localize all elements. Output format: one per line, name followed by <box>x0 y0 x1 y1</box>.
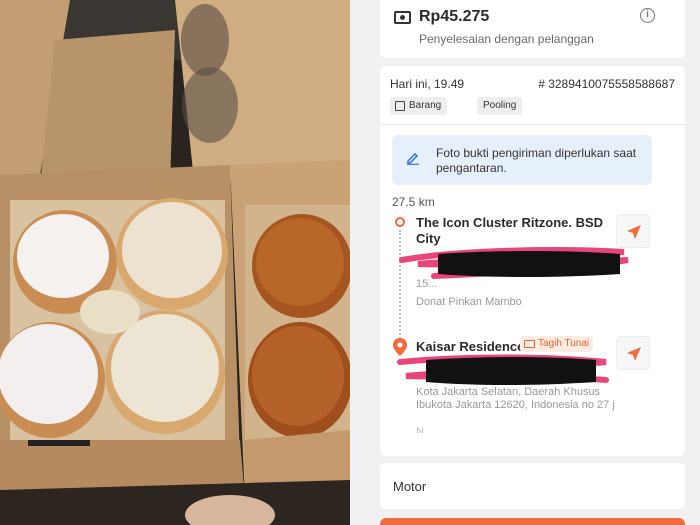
package-icon <box>395 101 405 111</box>
order-card: Hari ini, 19.49 # 3289410075558588687 Ba… <box>380 66 685 456</box>
tag-barang-label: Barang <box>409 100 442 111</box>
notice-text: Foto bukti pengiriman diperlukan saat pe… <box>436 146 637 175</box>
tag-pooling-label: Pooling <box>483 100 517 111</box>
fare-settlement-label: Penyelesaian dengan pelanggan <box>419 32 594 46</box>
navigate-destination-button[interactable] <box>616 336 650 370</box>
pickup-marker-icon <box>395 217 405 227</box>
order-id: # 3289410075558588687 <box>538 77 675 91</box>
destination-address: Kota Jakarta Selatan, Daerah Khusus Ibuk… <box>416 386 615 411</box>
redaction-mark <box>399 247 629 279</box>
donut-box-photo <box>0 0 350 525</box>
order-detail-screen: Rp45.275 Penyelesaian dengan pelanggan i… <box>350 0 700 525</box>
proof-photo-notice: Foto bukti pengiriman diperlukan saat pe… <box>392 135 652 185</box>
navigate-pickup-button[interactable] <box>616 214 650 248</box>
navigation-arrow-icon <box>627 225 641 239</box>
navigation-arrow-icon <box>627 347 641 361</box>
tag-pooling: Pooling <box>477 97 523 115</box>
photo-illustration <box>0 0 350 525</box>
pickup-store-name: Donat Pinkan Mambo <box>416 296 522 308</box>
pickup-location-name: The Icon Cluster Ritzone. BSD City <box>416 215 604 246</box>
destination-address-tail: N... <box>416 426 434 433</box>
vehicle-type: Motor <box>393 479 427 494</box>
tag-barang: Barang <box>390 97 448 115</box>
cash-icon <box>394 11 411 24</box>
bottom-action-bar[interactable] <box>380 518 685 525</box>
screenshot-root: Rp45.275 Penyelesaian dengan pelanggan i… <box>0 0 700 525</box>
fare-card: Rp45.275 Penyelesaian dengan pelanggan i <box>380 0 685 58</box>
pencil-icon <box>407 152 419 165</box>
vehicle-card: Motor <box>380 463 685 509</box>
cash-icon <box>524 340 535 348</box>
divider <box>380 124 685 125</box>
order-time: Hari ini, 19.49 <box>390 77 465 91</box>
redaction-mark <box>397 354 609 385</box>
cash-tag-label: Tagih Tunai <box>538 338 590 349</box>
info-icon[interactable]: i <box>640 8 655 23</box>
trip-distance: 27.5 km <box>392 195 435 209</box>
fare-amount: Rp45.275 <box>419 8 490 25</box>
